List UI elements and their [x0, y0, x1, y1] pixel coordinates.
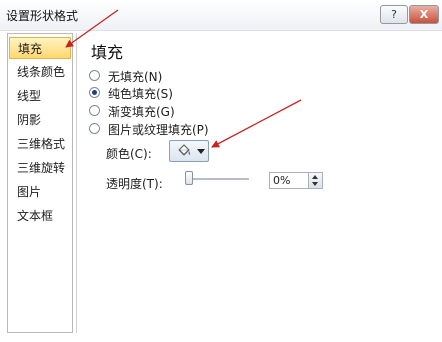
transparency-slider-thumb[interactable]	[185, 171, 193, 185]
sidebar-item-text-box[interactable]: 文本框	[9, 205, 71, 227]
solid-fill-label: 纯色填充(S)	[108, 87, 173, 101]
sidebar-item-line-color[interactable]: 线条颜色	[9, 61, 71, 83]
sidebar-item-3d-format[interactable]: 三维格式	[9, 133, 71, 155]
transparency-slider-track[interactable]	[187, 178, 249, 180]
chevron-down-icon	[197, 149, 205, 154]
category-sidebar: 填充 线条颜色 线型 阴影 三维格式 三维旋转 图片 文本框	[7, 33, 73, 333]
spin-down-icon[interactable]	[312, 182, 318, 186]
transparency-label: 透明度(T):	[106, 177, 163, 191]
paint-bucket-icon	[176, 144, 192, 163]
close-button[interactable]: X	[409, 5, 439, 24]
spin-up-icon[interactable]	[312, 175, 318, 179]
fill-color-dropdown[interactable]	[169, 140, 209, 162]
picture-texture-fill-label: 图片或纹理填充(P)	[108, 123, 209, 137]
solid-fill-radio[interactable]	[89, 87, 100, 98]
transparency-input[interactable]: 0%	[269, 172, 309, 189]
fill-panel: 填充 无填充(N) 纯色填充(S) 渐变填充(G) 图片或纹理填充(P) 颜色(…	[76, 33, 441, 333]
picture-texture-fill-radio[interactable]	[89, 123, 100, 134]
panel-heading: 填充	[91, 43, 124, 62]
color-label: 颜色(C):	[106, 147, 152, 161]
gradient-fill-label: 渐变填充(G)	[108, 105, 175, 119]
no-fill-radio[interactable]	[89, 70, 100, 81]
title-bar: 设置形状格式 ? X	[0, 0, 442, 31]
sidebar-item-3d-rotation[interactable]: 三维旋转	[9, 157, 71, 179]
sidebar-item-line-style[interactable]: 线型	[9, 85, 71, 107]
transparency-spinner[interactable]	[309, 172, 323, 189]
no-fill-label: 无填充(N)	[108, 70, 163, 84]
window-title: 设置形状格式	[6, 9, 79, 23]
sidebar-item-fill[interactable]: 填充	[9, 37, 71, 59]
sidebar-item-picture[interactable]: 图片	[9, 181, 71, 203]
help-button[interactable]: ?	[380, 5, 408, 24]
gradient-fill-radio[interactable]	[89, 105, 100, 116]
sidebar-item-shadow[interactable]: 阴影	[9, 109, 71, 131]
